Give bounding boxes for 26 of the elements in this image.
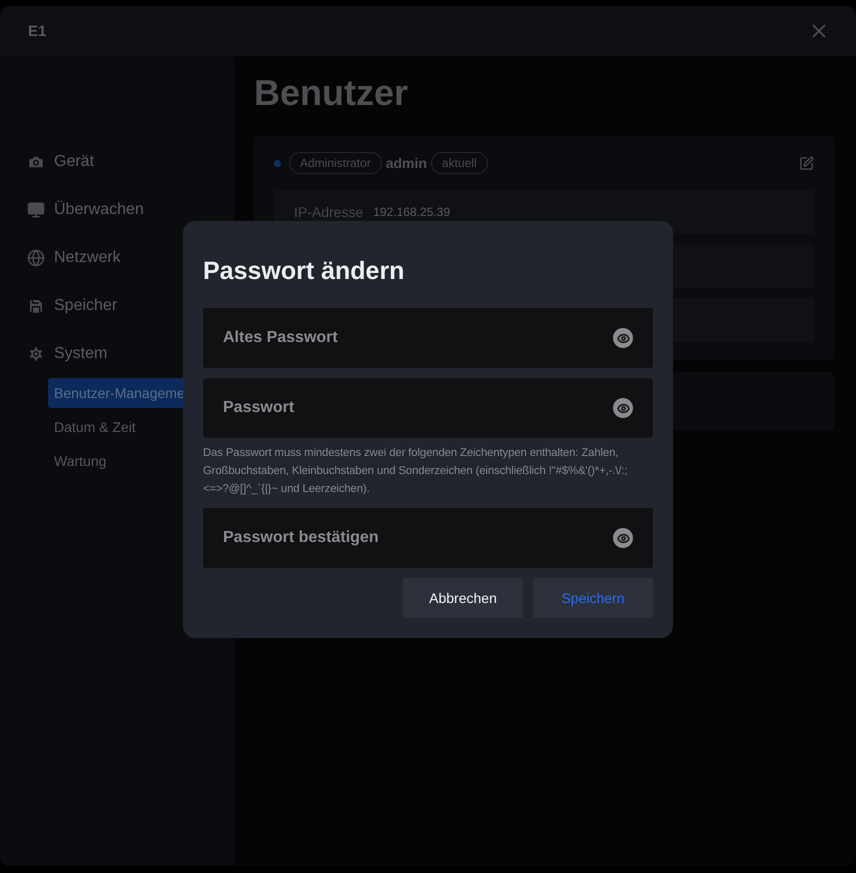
sidebar-item[interactable]: Überwachen bbox=[54, 201, 144, 219]
sidebar-item[interactable]: System bbox=[54, 345, 108, 363]
status-dot-icon bbox=[274, 160, 281, 166]
sidebar-item[interactable]: Netzwerk bbox=[54, 249, 121, 267]
cancel-button[interactable]: Abbrechen bbox=[403, 578, 523, 618]
user-name: admin bbox=[386, 155, 427, 171]
role-tag: Administrator bbox=[289, 152, 382, 174]
eye-icon bbox=[616, 402, 630, 414]
sidebar-item[interactable]: Speicher bbox=[54, 297, 118, 315]
window-title: E1 bbox=[28, 22, 46, 40]
info-value: 192.168.25.39 bbox=[373, 205, 450, 219]
password-field[interactable]: Altes Passwort bbox=[203, 308, 653, 368]
settings-icon bbox=[27, 345, 45, 363]
eye-icon bbox=[616, 532, 630, 544]
current-tag: aktuell bbox=[430, 152, 488, 174]
edit-icon bbox=[799, 156, 814, 170]
sidebar-item[interactable]: Gerät bbox=[54, 153, 94, 171]
monitor-icon bbox=[27, 201, 45, 219]
password-field[interactable]: Passwort bbox=[203, 378, 653, 438]
password-field[interactable]: Passwort bestätigen bbox=[203, 508, 653, 568]
password-hint: Das Passwort muss mindestens zwei der folgenden Zeichentypen enthalten: Zahlen, Großbuchstaben, Kleinbuchstaben und Sonderzeichen (einschließlich !"#$%&'()*+,-.\/:;<=>?@[]^_`{|}~ und Leerzeichen). bbox=[203, 446, 628, 497]
page-title: Benutzer bbox=[254, 72, 410, 114]
eye-icon bbox=[616, 332, 630, 344]
dialog-title: Passwort ändern bbox=[203, 257, 406, 286]
save-button[interactable]: Speichern bbox=[533, 578, 653, 618]
globe-icon bbox=[27, 249, 45, 267]
